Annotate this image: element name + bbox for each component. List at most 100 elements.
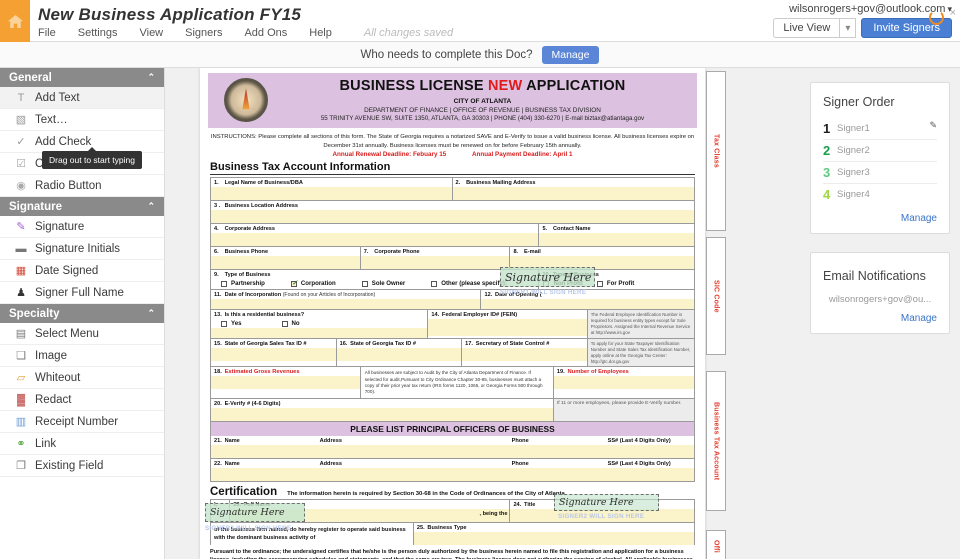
checkbox-icon[interactable] <box>361 280 368 287</box>
input-ga-tax-id[interactable] <box>336 348 462 362</box>
field-1-legal-name[interactable]: 1. Legal Name of Business/DBA <box>211 178 453 201</box>
signer-row-1[interactable]: 1 Signer1 ✎ <box>823 118 937 140</box>
sidebar-item-signer-full-name[interactable]: ♟ Signer Full Name <box>0 282 164 304</box>
checkbox-checked-icon[interactable] <box>290 279 298 287</box>
input-officer-22[interactable] <box>211 467 694 481</box>
input-sales-tax-id[interactable] <box>211 348 336 362</box>
signer-order-manage-link[interactable]: Manage <box>823 213 937 224</box>
field-11-date-incorporation[interactable]: 11. Date of Incorporation (Found on your… <box>211 290 482 310</box>
choice-other[interactable]: Other (please specify): <box>431 280 507 287</box>
choice-partnership[interactable]: Partnership <box>221 280 265 287</box>
input-date-opening[interactable] <box>481 299 694 310</box>
sidebar-item-radio-button[interactable]: ◉ Radio Button <box>0 175 164 197</box>
sidebar-item-redact[interactable]: ▓ Redact <box>0 389 164 411</box>
signature-field-signer2[interactable]: Signature Here <box>554 494 659 511</box>
field-18-gross-revenues[interactable]: 18. Estimated Gross Revenues <box>211 367 361 398</box>
field-19-number-employees[interactable]: 19. Number of Employees <box>553 367 694 398</box>
sidebar-item-add-check[interactable]: ✓ Add Check <box>0 131 164 153</box>
field-20-everify[interactable]: 20. E-Verify # (4-6 Digits) <box>211 398 554 421</box>
menu-item-add-ons[interactable]: Add Ons <box>244 27 301 39</box>
live-view-dropdown-toggle[interactable]: ▾ <box>840 18 857 38</box>
menu-item-help[interactable]: Help <box>309 27 346 39</box>
input-control-number[interactable] <box>462 348 587 362</box>
sidebar-item-text-box[interactable]: ▧ Text… Drag out to start typing <box>0 109 164 169</box>
field-16-ga-tax-id[interactable]: 16. State of Georgia Tax ID # <box>336 339 463 367</box>
field-15-sales-tax-id[interactable]: 15. State of Georgia Sales Tax ID # <box>211 339 337 367</box>
signature-field-signer1[interactable]: Signature Here <box>500 267 595 287</box>
field-25-business-type[interactable]: 25. Business Type <box>413 523 694 545</box>
document-canvas[interactable]: BUSINESS LICENSE NEW APPLICATION CITY OF… <box>166 68 800 559</box>
input-business-phone[interactable] <box>211 256 360 270</box>
choice-for-profit[interactable]: For Profit <box>596 280 634 287</box>
input-date-incorporation[interactable] <box>211 299 481 310</box>
field-6-business-phone[interactable]: 6. Business Phone <box>211 247 361 270</box>
field-5-contact-name[interactable]: 5. Contact Name <box>539 224 694 247</box>
input-number-employees[interactable] <box>553 376 694 390</box>
field-14-fein[interactable]: 14. Federal Employer ID# (FEIN) <box>428 310 588 339</box>
field-2-mailing-address[interactable]: 2. Business Mailing Address <box>452 178 694 201</box>
menu-item-settings[interactable]: Settings <box>78 27 132 39</box>
sidebar-item-receipt-number[interactable]: ▥ Receipt Number <box>0 411 164 433</box>
choice-sole-owner[interactable]: Sole Owner <box>361 280 405 287</box>
manage-signers-button[interactable]: Manage <box>541 45 600 64</box>
input-business-type[interactable] <box>413 531 694 545</box>
sidebar-item-add-text[interactable]: T Add Text <box>0 87 164 109</box>
input-officer-21[interactable] <box>211 444 694 458</box>
vertical-tab-tax-class[interactable]: Tax Class <box>706 71 726 231</box>
checkbox-icon[interactable] <box>221 320 227 327</box>
close-icon[interactable]: × <box>950 8 956 19</box>
field-7-corporate-phone[interactable]: 7. Corporate Phone <box>360 247 511 270</box>
checkbox-icon[interactable] <box>221 280 227 287</box>
signature-field-signer3[interactable]: Signature Here <box>205 503 305 522</box>
document-page[interactable]: BUSINESS LICENSE NEW APPLICATION CITY OF… <box>200 68 705 559</box>
menu-item-signers[interactable]: Signers <box>185 27 236 39</box>
note-audit: All businesses are subject to Audit by t… <box>361 367 554 398</box>
sidebar-item-whiteout[interactable]: ▱ Whiteout <box>0 367 164 389</box>
email-notifications-manage-link[interactable]: Manage <box>823 313 937 324</box>
pencil-icon[interactable]: ✎ <box>929 120 937 131</box>
vertical-tab-business-tax-account[interactable]: Business Tax Account <box>706 371 726 511</box>
vertical-tab-sic-code[interactable]: SIC Code <box>706 237 726 355</box>
choice-residential-no[interactable]: No <box>281 320 300 327</box>
sidebar-group-general[interactable]: General ⌃ <box>0 68 164 87</box>
signer-row-2[interactable]: 2 Signer2 <box>823 140 937 162</box>
sidebar-item-existing-field[interactable]: ❐ Existing Field <box>0 455 164 477</box>
field-4-corporate-address[interactable]: 4. Corporate Address <box>211 224 540 247</box>
sidebar-item-date-signed[interactable]: ▦ Date Signed <box>0 260 164 282</box>
choice-corporation[interactable]: Corporation <box>290 279 336 287</box>
menu-item-view[interactable]: View <box>139 27 177 39</box>
checkbox-icon[interactable] <box>431 280 438 287</box>
home-button[interactable] <box>0 0 30 42</box>
choice-residential-yes[interactable]: Yes <box>221 320 242 327</box>
sidebar-item-image[interactable]: ❑ Image <box>0 345 164 367</box>
field-17-control-number[interactable]: 17. Secretary of State Control # <box>462 339 588 367</box>
input-corporate-address[interactable] <box>211 233 539 247</box>
sidebar-item-select-menu[interactable]: ▤ Select Menu <box>0 323 164 345</box>
officer-row-22[interactable]: 22. Name Address Phone SS# (Last 4 Digit… <box>211 459 694 481</box>
input-location-address[interactable] <box>211 210 694 224</box>
menu-item-file[interactable]: File <box>38 27 70 39</box>
officer-row-21[interactable]: 21. Name Address Phone SS# (Last 4 Digit… <box>211 436 694 459</box>
input-mailing-address[interactable] <box>452 187 694 201</box>
signer-row-4[interactable]: 4 Signer4 <box>823 184 937 205</box>
live-view-button[interactable]: Live View <box>773 18 841 38</box>
checkbox-icon[interactable] <box>596 280 603 287</box>
sidebar-group-signature[interactable]: Signature ⌃ <box>0 197 164 216</box>
sidebar-item-link[interactable]: ⚭ Link <box>0 433 164 455</box>
sidebar-group-specialty[interactable]: Specialty ⌃ <box>0 304 164 323</box>
account-menu[interactable]: wilsonrogers+gov@outlook.com ▾ <box>789 3 952 15</box>
vertical-tab-official[interactable]: Offi <box>706 530 726 559</box>
signer-row-3[interactable]: 3 Signer3 <box>823 162 937 184</box>
sidebar-item-signature-initials[interactable]: ▬ Signature Initials <box>0 238 164 260</box>
sidebar-item-signature[interactable]: ✎ Signature <box>0 216 164 238</box>
input-contact-name[interactable] <box>539 233 694 247</box>
input-legal-name[interactable] <box>211 187 452 201</box>
input-fein[interactable] <box>428 319 587 337</box>
input-everify[interactable] <box>211 407 553 421</box>
checkbox-icon[interactable] <box>281 320 288 327</box>
input-gross-revenues[interactable] <box>211 376 360 390</box>
field-3-location-address[interactable]: 3 . Business Location Address <box>211 201 694 224</box>
input-residential[interactable] <box>211 328 428 339</box>
input-corporate-phone[interactable] <box>360 256 510 270</box>
vertical-scrollbar[interactable] <box>953 68 960 559</box>
